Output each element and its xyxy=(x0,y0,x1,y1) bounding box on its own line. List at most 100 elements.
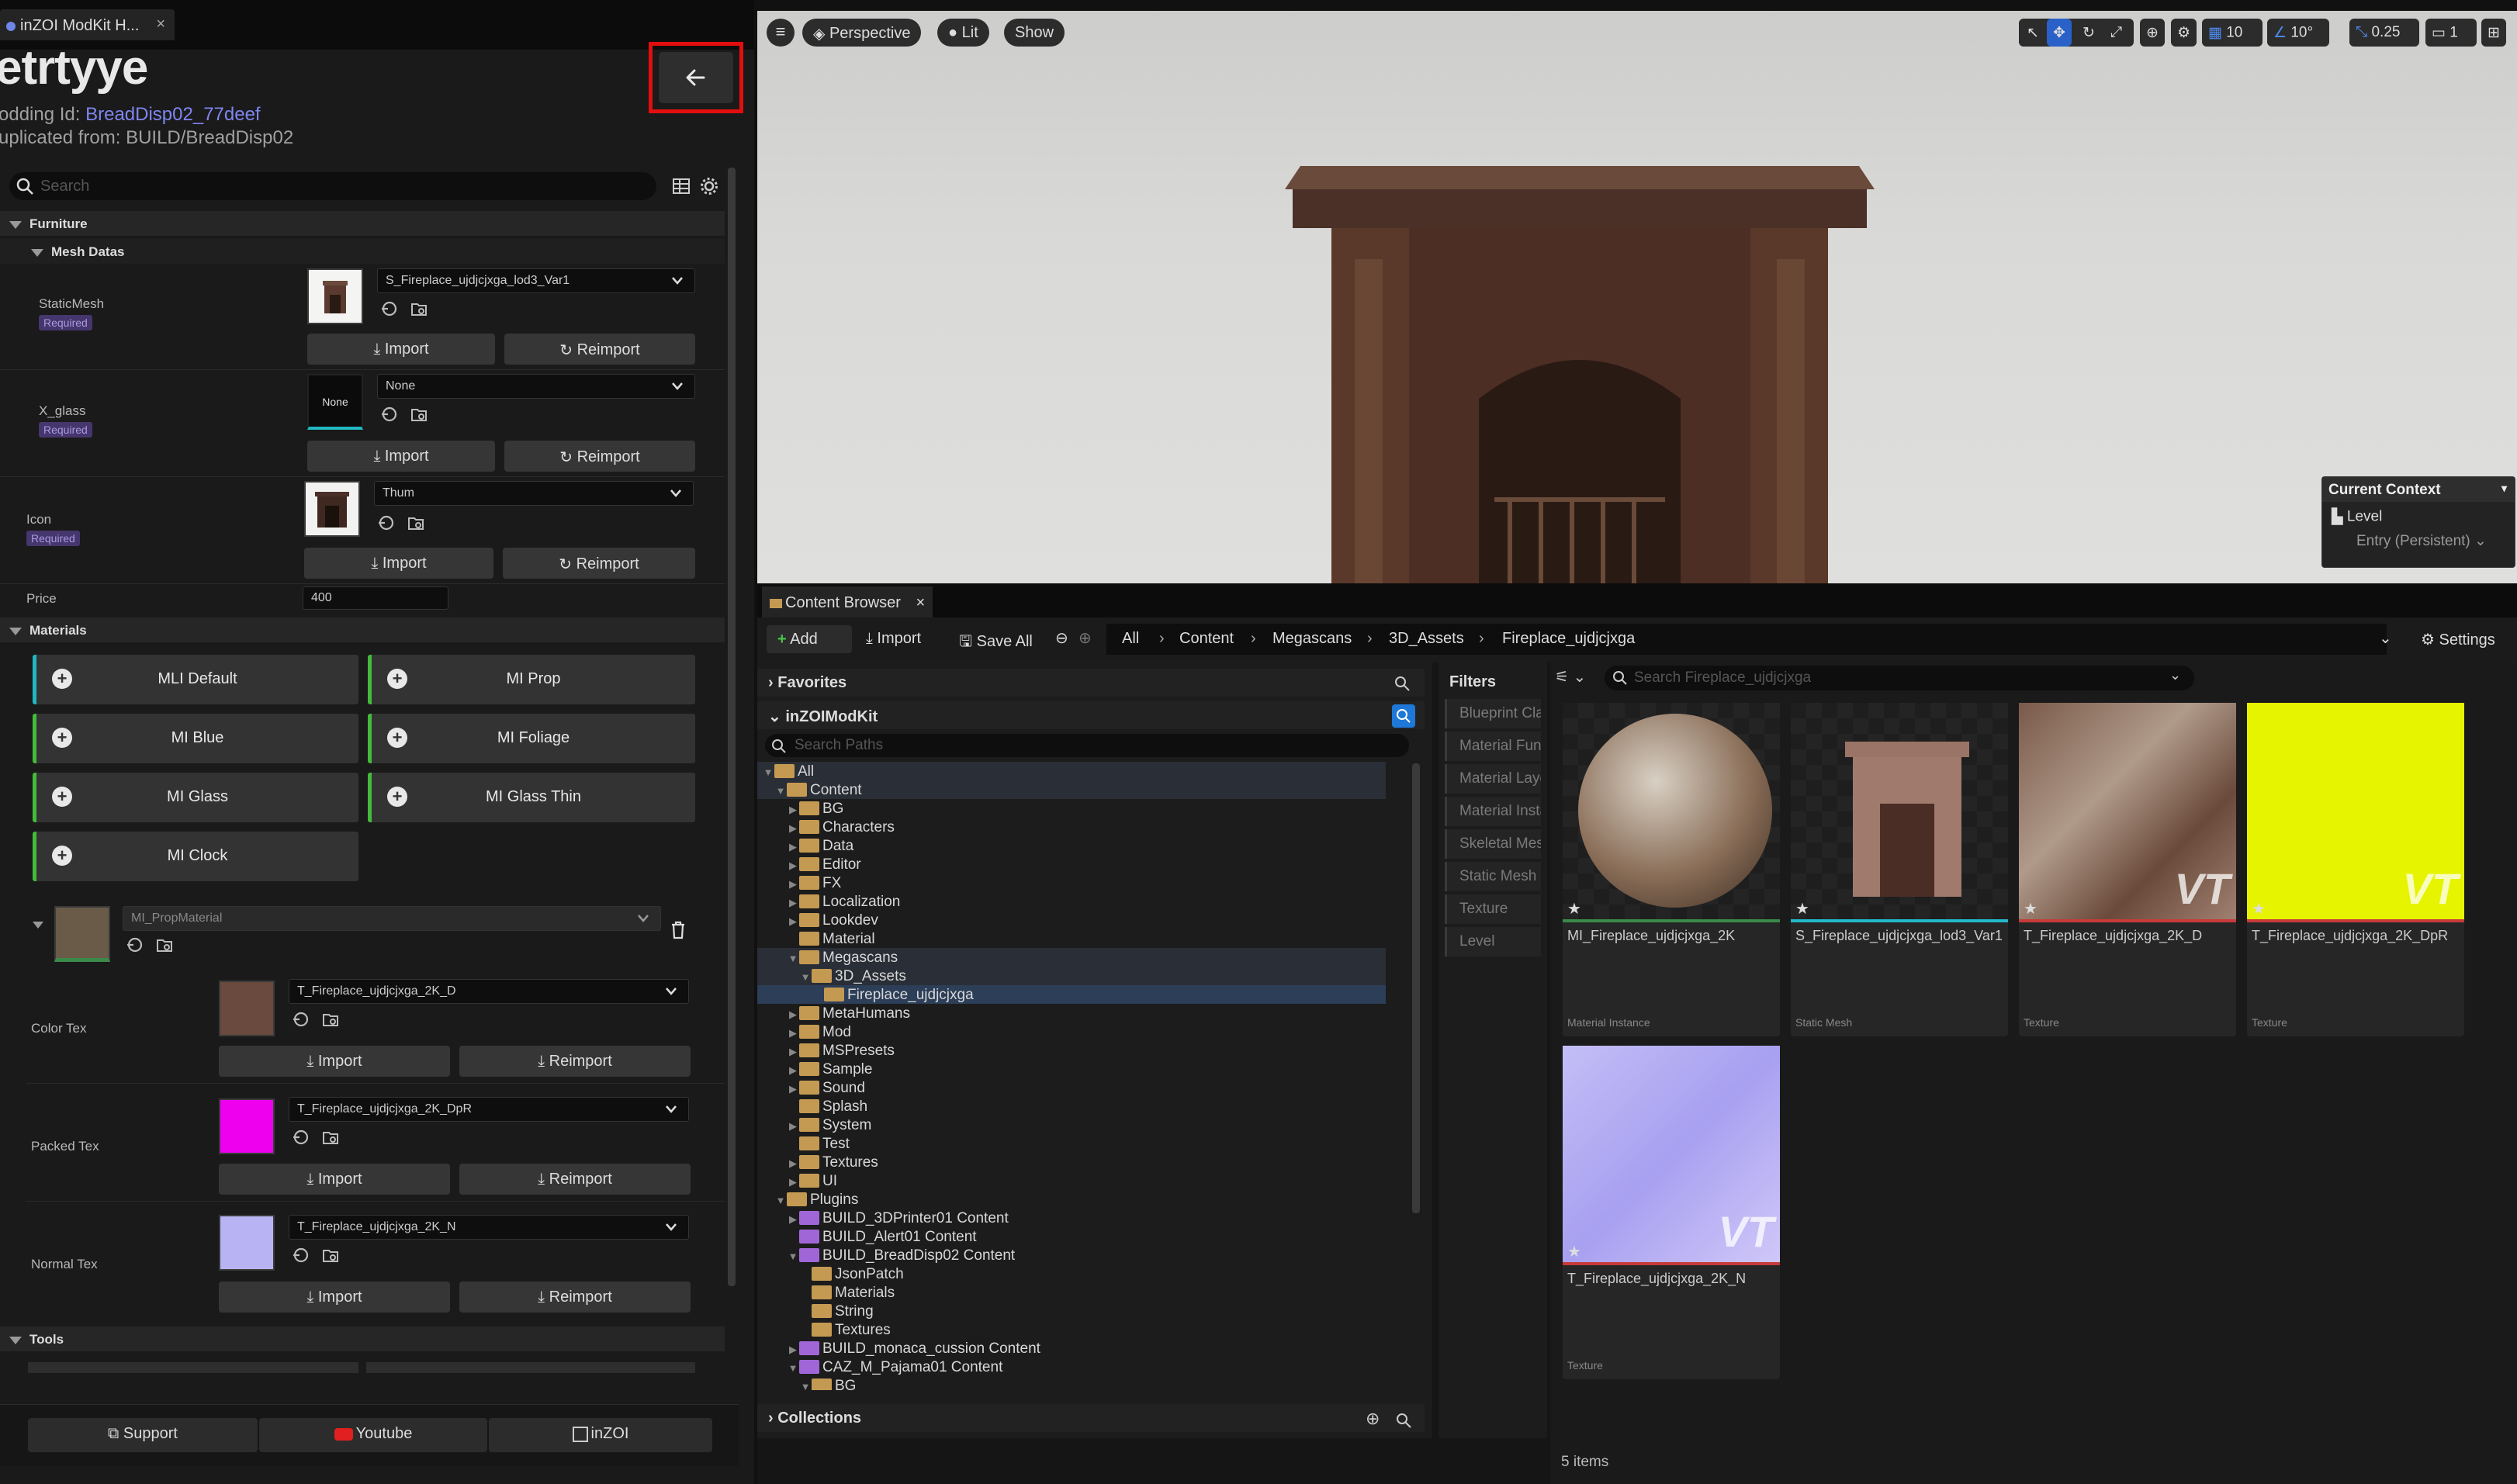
star-icon[interactable]: ★ xyxy=(1795,899,1809,918)
context-title[interactable]: Current Context ▾ xyxy=(2322,477,2515,502)
color-tex-thumbnail[interactable] xyxy=(219,981,275,1036)
folder-tree-item[interactable]: JsonPatch xyxy=(757,1264,1386,1283)
packed-tex-reimport-button[interactable]: ⤓ Reimport xyxy=(459,1164,691,1195)
filter-static-mesh[interactable]: Static Mesh xyxy=(1445,862,1541,891)
collapsed-arrow-icon[interactable]: ▶ xyxy=(787,1008,799,1021)
asset-tile[interactable]: ★ S_Fireplace_ujdjcjxga_lod3_Var1 Static… xyxy=(1791,703,2008,1036)
search-toggle-button[interactable] xyxy=(1392,704,1415,728)
use-selected-icon[interactable] xyxy=(292,1010,310,1029)
lit-button[interactable]: ● Lit xyxy=(937,19,989,47)
rotate-tool-icon[interactable]: ↻ xyxy=(2076,19,2101,47)
expanded-arrow-icon[interactable]: ▼ xyxy=(787,953,799,964)
staticmesh-reimport-button[interactable]: ↻ Reimport xyxy=(504,334,695,365)
filter-texture[interactable]: Texture xyxy=(1445,894,1541,924)
folder-tree-item[interactable]: Materials xyxy=(757,1283,1386,1302)
collapsed-arrow-icon[interactable]: ▶ xyxy=(787,1120,799,1133)
inzoi-button[interactable]: inZOI xyxy=(489,1418,712,1452)
level-viewport[interactable]: ≡ ◈ Perspective ● Lit Show ↖ ✥ ↻ ⤢ ⊕ ⚙ ▦… xyxy=(757,11,2517,583)
context-level-dropdown[interactable]: Entry (Persistent) ⌄ xyxy=(2322,526,2515,550)
staticmesh-dropdown[interactable]: S_Fireplace_ujdjcjxga_lod3_Var1 xyxy=(377,268,695,293)
staticmesh-import-button[interactable]: ⤓ Import xyxy=(307,334,495,365)
surface-snap-icon[interactable]: ⚙ xyxy=(2171,19,2197,47)
folder-tree-item[interactable]: ▶ Characters xyxy=(757,818,1386,836)
folder-tree-item[interactable]: ▶ Editor xyxy=(757,855,1386,873)
asset-tile[interactable]: VT ★ T_Fireplace_ujdjcjxga_2K_N Texture xyxy=(1563,1046,1780,1379)
browse-folder-icon[interactable] xyxy=(321,1128,340,1147)
folder-tree-item[interactable]: ▶ Textures xyxy=(757,1153,1386,1171)
expanded-arrow-icon[interactable]: ▼ xyxy=(787,1362,799,1374)
normal-tex-reimport-button[interactable]: ⤓ Reimport xyxy=(459,1282,691,1313)
folder-tree-item[interactable]: ▼ 3D_Assets xyxy=(757,967,1386,985)
history-back-icon[interactable]: ⊖ xyxy=(1055,628,1068,648)
xglass-reimport-button[interactable]: ↻ Reimport xyxy=(504,441,695,472)
icon-thumbnail[interactable] xyxy=(304,481,360,537)
icon-import-button[interactable]: ⤓ Import xyxy=(304,548,493,579)
folder-tree-item[interactable]: Fireplace_ujdjcjxga xyxy=(757,985,1386,1004)
icon-dropdown[interactable]: Thum xyxy=(374,481,694,506)
breadcrumb-fireplace[interactable]: Fireplace_ujdjcjxga xyxy=(1502,630,1635,648)
folder-tree-item[interactable]: ▶ Lookdev xyxy=(757,911,1386,929)
collapsed-arrow-icon[interactable]: ▶ xyxy=(787,915,799,928)
collections-header[interactable]: › Collections xyxy=(757,1404,1425,1432)
folder-tree-item[interactable]: Test xyxy=(757,1134,1386,1153)
normal-tex-import-button[interactable]: ⤓ Import xyxy=(219,1282,450,1313)
details-search-input[interactable]: Search xyxy=(9,172,656,200)
folder-tree-item[interactable]: ▼ All xyxy=(757,762,1386,780)
folder-tree-item[interactable]: ▼ Content xyxy=(757,780,1386,799)
gear-icon[interactable] xyxy=(700,177,718,195)
use-selected-icon[interactable] xyxy=(126,936,144,954)
browse-folder-icon[interactable] xyxy=(321,1010,340,1029)
add-collection-icon[interactable]: ⊕ xyxy=(1366,1409,1380,1429)
asset-tile[interactable]: ★ MI_Fireplace_ujdjcjxga_2K Material Ins… xyxy=(1563,703,1780,1036)
collapsed-arrow-icon[interactable]: ▶ xyxy=(787,1344,799,1356)
asset-search-input[interactable]: Search Fireplace_ujdjcjxga xyxy=(1605,666,2194,690)
folder-tree-item[interactable]: ▼ Plugins xyxy=(757,1190,1386,1209)
color-tex-dropdown[interactable]: T_Fireplace_ujdjcjxga_2K_D xyxy=(289,979,689,1004)
normal-tex-thumbnail[interactable] xyxy=(219,1215,275,1271)
modding-id-link[interactable]: BreadDisp02_77deef xyxy=(85,104,261,125)
expanded-arrow-icon[interactable]: ▼ xyxy=(787,1251,799,1262)
icon-reimport-button[interactable]: ↻ Reimport xyxy=(503,548,695,579)
folder-tree-item[interactable]: ▶ System xyxy=(757,1116,1386,1134)
packed-tex-thumbnail[interactable] xyxy=(219,1098,275,1154)
star-icon[interactable]: ★ xyxy=(2024,899,2037,918)
chevron-down-icon[interactable]: ⌄ xyxy=(2379,628,2392,648)
folder-tree-item[interactable]: ▼ BUILD_BreadDisp02 Content xyxy=(757,1246,1386,1264)
folder-tree-item[interactable]: ▶ Sample xyxy=(757,1060,1386,1078)
use-selected-icon[interactable] xyxy=(292,1246,310,1264)
browse-folder-icon[interactable] xyxy=(155,936,174,954)
star-icon[interactable]: ★ xyxy=(2252,899,2266,918)
filter-material-layer[interactable]: Material Layer xyxy=(1445,764,1541,794)
folder-tree-item[interactable]: ▼ CAZ_M_Pajama01 Content xyxy=(757,1358,1386,1376)
use-selected-icon[interactable] xyxy=(380,405,399,424)
content-browser-tab[interactable]: Content Browser × xyxy=(762,586,933,617)
favorites-header[interactable]: › Favorites xyxy=(757,669,1425,697)
scale-snap-button[interactable]: ⤡ 0.25 xyxy=(2349,19,2419,47)
perspective-button[interactable]: ◈ Perspective xyxy=(802,19,922,47)
expanded-arrow-icon[interactable]: ▼ xyxy=(774,785,787,797)
packed-tex-dropdown[interactable]: T_Fireplace_ujdjcjxga_2K_DpR xyxy=(289,1097,689,1122)
folder-tree-item[interactable]: Splash xyxy=(757,1097,1386,1116)
table-view-icon[interactable] xyxy=(672,177,691,195)
collapsed-arrow-icon[interactable]: ▶ xyxy=(787,878,799,891)
material-button-mi-clock[interactable]: + MI Clock xyxy=(33,832,358,881)
breadcrumb-megascans[interactable]: Megascans xyxy=(1272,630,1352,648)
folder-tree-item[interactable]: ▶ Localization xyxy=(757,892,1386,911)
browse-folder-icon[interactable] xyxy=(410,405,428,424)
use-selected-icon[interactable] xyxy=(380,299,399,318)
details-scrollbar[interactable] xyxy=(728,168,736,1286)
folder-tree-item[interactable]: ▼ BG xyxy=(757,1376,1386,1390)
maximize-icon[interactable]: ⊞ xyxy=(2481,19,2506,47)
asset-tile[interactable]: VT ★ T_Fireplace_ujdjcjxga_2K_D Texture xyxy=(2019,703,2236,1036)
folder-tree-item[interactable]: ▶ Sound xyxy=(757,1078,1386,1097)
folder-tree-item[interactable]: ▼ Megascans xyxy=(757,948,1386,967)
collapsed-arrow-icon[interactable]: ▶ xyxy=(787,804,799,816)
history-forward-icon[interactable]: ⊕ xyxy=(1078,628,1092,648)
normal-tex-dropdown[interactable]: T_Fireplace_ujdjcjxga_2K_N xyxy=(289,1215,689,1240)
world-space-icon[interactable]: ⊕ xyxy=(2140,19,2165,47)
back-button[interactable] xyxy=(659,52,733,103)
collapsed-arrow-icon[interactable]: ▶ xyxy=(787,841,799,853)
add-button[interactable]: + Add xyxy=(767,625,852,653)
folder-tree-item[interactable]: ▶ UI xyxy=(757,1171,1386,1190)
collapsed-arrow-icon[interactable]: ▶ xyxy=(787,822,799,835)
